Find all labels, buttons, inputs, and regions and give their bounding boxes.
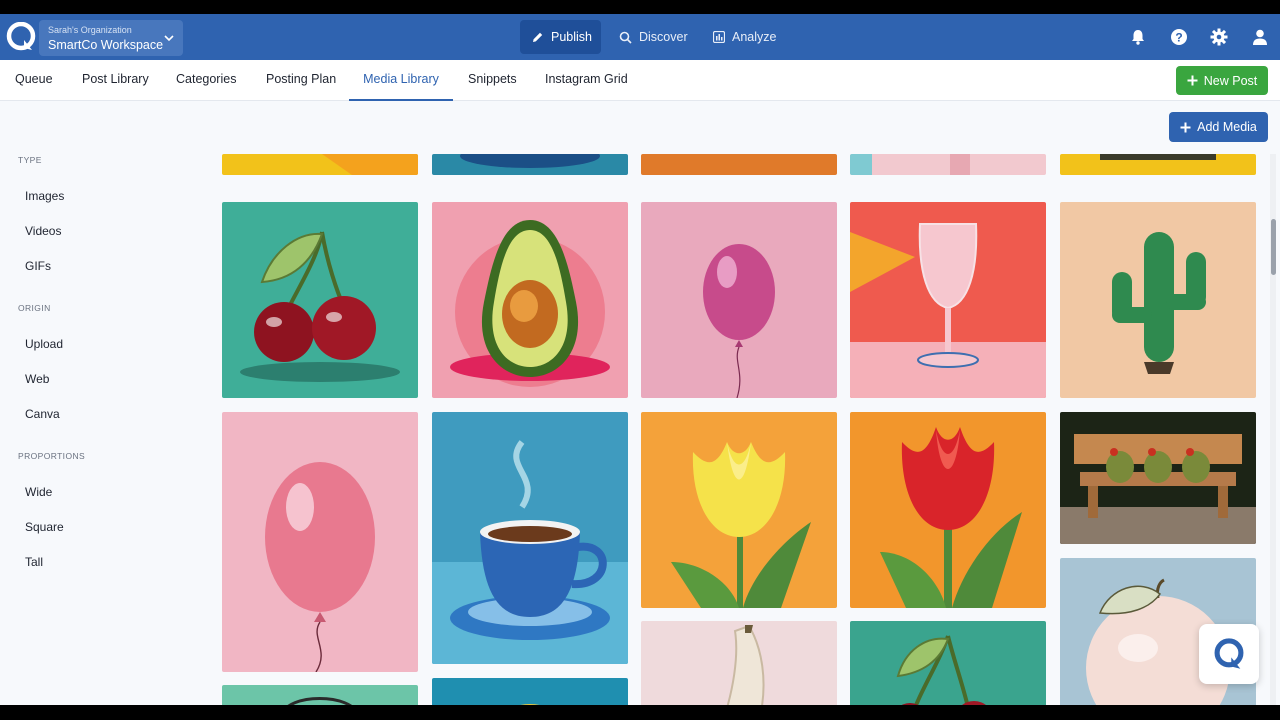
chat-logo-icon — [1214, 638, 1244, 669]
top-bar: Sarah's Organization SmartCo Workspace P… — [0, 14, 1280, 60]
partial-image — [222, 685, 418, 705]
nav-publish[interactable]: Publish — [520, 20, 601, 54]
media-tile-partial[interactable] — [432, 154, 628, 175]
bar-chart-icon — [713, 31, 725, 43]
new-post-button[interactable]: New Post — [1176, 66, 1268, 95]
media-tile-banana[interactable] — [641, 621, 837, 705]
filter-section-origin: ORIGIN — [18, 303, 51, 313]
filter-canva[interactable]: Canva — [25, 407, 60, 421]
media-tile-avocado[interactable] — [432, 202, 628, 398]
app-frame: Sarah's Organization SmartCo Workspace P… — [0, 14, 1280, 705]
wine-glass-image — [850, 202, 1046, 398]
bell-icon[interactable] — [1128, 27, 1148, 47]
nav-analyze-label: Analyze — [732, 30, 777, 44]
tab-categories[interactable]: Categories — [176, 60, 236, 101]
plus-icon — [1180, 122, 1191, 132]
coffee-cup-image — [432, 412, 628, 664]
media-tile-red-tulip[interactable] — [850, 412, 1046, 608]
filter-web[interactable]: Web — [25, 372, 49, 386]
pink-balloon-tall-image — [222, 412, 418, 672]
nav-publish-label: Publish — [551, 30, 592, 44]
filter-videos[interactable]: Videos — [25, 224, 61, 238]
workspace-name: SmartCo Workspace — [48, 38, 164, 52]
new-post-label: New Post — [1203, 73, 1258, 88]
partial-image — [432, 678, 628, 705]
media-tile-partial[interactable] — [222, 154, 418, 175]
media-tile-wine-glass[interactable] — [850, 202, 1046, 398]
support-chat-button[interactable] — [1199, 624, 1259, 684]
frogs-on-bench-image — [1060, 412, 1256, 544]
avocado-image — [432, 202, 628, 398]
nav-analyze[interactable]: Analyze — [705, 20, 783, 54]
filter-upload[interactable]: Upload — [25, 337, 63, 351]
media-tile-frogs-on-bench[interactable] — [1060, 412, 1256, 544]
media-tile-partial[interactable] — [641, 154, 837, 175]
media-tile-cherries[interactable] — [222, 202, 418, 398]
media-tile-partial[interactable] — [850, 154, 1046, 175]
yellow-tulip-image — [641, 412, 837, 608]
app-logo-icon[interactable] — [6, 22, 36, 52]
media-tile-partial[interactable] — [1060, 154, 1256, 175]
filter-section-type: TYPE — [18, 155, 42, 165]
tab-posting-plan[interactable]: Posting Plan — [266, 60, 336, 101]
user-icon[interactable] — [1250, 27, 1270, 47]
chevron-down-icon — [164, 35, 174, 42]
filter-tall[interactable]: Tall — [25, 555, 43, 569]
banana-image — [641, 621, 837, 705]
nav-discover[interactable]: Discover — [611, 20, 701, 54]
workspace-switcher[interactable]: Sarah's Organization SmartCo Workspace — [39, 20, 183, 56]
cherries-2-image — [850, 621, 1046, 705]
tab-media-library[interactable]: Media Library — [349, 60, 453, 101]
partial-image — [432, 154, 628, 175]
media-tile-cactus[interactable] — [1060, 202, 1256, 398]
media-tile-partial-lemon[interactable] — [432, 678, 628, 705]
plus-icon — [1187, 75, 1198, 86]
media-grid — [215, 154, 1265, 705]
nav-discover-label: Discover — [639, 30, 688, 44]
pencil-icon — [533, 32, 543, 42]
filter-section-proportions: PROPORTIONS — [18, 451, 86, 461]
partial-image — [850, 154, 1046, 175]
filter-images[interactable]: Images — [25, 189, 64, 203]
media-tile-pink-balloon-tall[interactable] — [222, 412, 418, 672]
pink-balloon-image — [641, 202, 837, 398]
filter-square[interactable]: Square — [25, 520, 64, 534]
media-tile-partial-bag[interactable] — [222, 685, 418, 705]
tab-queue[interactable]: Queue — [15, 60, 53, 101]
cherries-image — [222, 202, 418, 398]
media-tile-coffee-cup[interactable] — [432, 412, 628, 664]
partial-image — [1060, 154, 1256, 175]
organization-name: Sarah's Organization — [48, 25, 132, 35]
add-media-label: Add Media — [1197, 120, 1257, 134]
tab-post-library[interactable]: Post Library — [82, 60, 149, 101]
red-tulip-image — [850, 412, 1046, 608]
cactus-image — [1060, 202, 1256, 398]
tab-snippets[interactable]: Snippets — [468, 60, 517, 101]
add-media-button[interactable]: Add Media — [1169, 112, 1268, 142]
svg-text:?: ? — [1175, 31, 1182, 45]
media-tile-pink-balloon[interactable] — [641, 202, 837, 398]
partial-image — [222, 154, 418, 175]
partial-image — [641, 154, 837, 175]
publish-subnav: Queue Post Library Categories Posting Pl… — [0, 60, 1280, 101]
tab-instagram-grid[interactable]: Instagram Grid — [545, 60, 628, 101]
media-tile-yellow-tulip[interactable] — [641, 412, 837, 608]
search-icon — [619, 31, 632, 44]
media-tile-cherries-2[interactable] — [850, 621, 1046, 705]
help-icon[interactable]: ? — [1169, 27, 1189, 47]
filter-wide[interactable]: Wide — [25, 485, 52, 499]
gear-icon[interactable] — [1209, 27, 1229, 47]
scrollbar-thumb[interactable] — [1271, 219, 1276, 275]
filter-gifs[interactable]: GIFs — [25, 259, 51, 273]
